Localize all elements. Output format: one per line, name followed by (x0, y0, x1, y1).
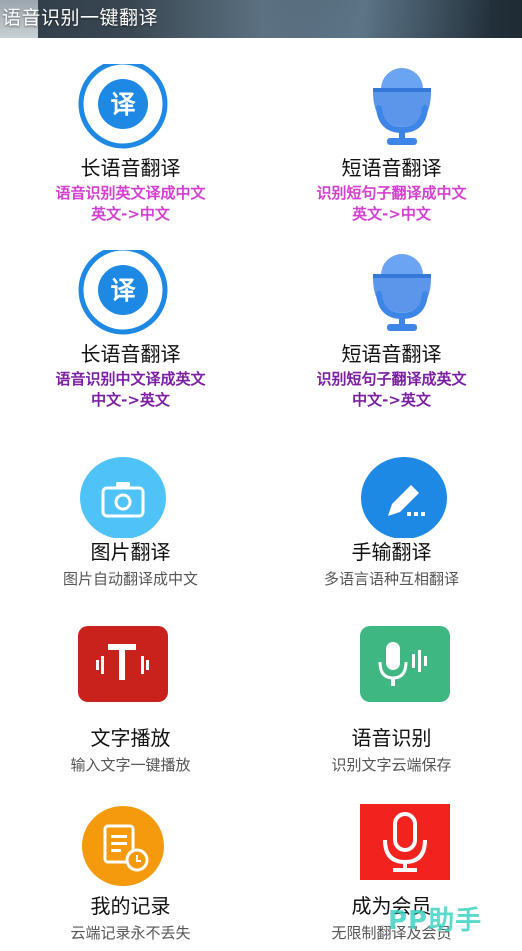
feature-long-voice-zh-en[interactable]: 译 长语音翻译 语音识别中文译成英文 中文->英文 (0, 238, 261, 438)
svg-text:译: 译 (110, 90, 136, 119)
feature-subtitle: 识别短句子翻译成英文 (316, 370, 467, 388)
microphone-icon (261, 250, 522, 338)
watermark-logo: PP助手 (388, 906, 483, 936)
feature-title: 图片翻译 (90, 540, 171, 564)
feature-long-voice-en-zh[interactable]: 译 长语音翻译 语音识别英文译成中文 英文->中文 (0, 38, 261, 238)
feature-title: 手输翻译 (351, 540, 432, 564)
pen-icon (261, 450, 522, 539)
feature-title: 长语音翻译 (80, 156, 181, 180)
header-background-art (260, 0, 490, 38)
record-icon (0, 806, 261, 894)
app-header: 语音识别一键翻译 (0, 0, 522, 38)
feature-subtitle: 语音识别中文译成英文 (55, 370, 206, 388)
microphone-icon (261, 64, 522, 152)
feature-title: 我的记录 (90, 894, 171, 918)
feature-direction: 英文->中文 (91, 205, 170, 223)
feature-direction: 中文->英文 (352, 391, 431, 409)
text-audio-icon (0, 626, 261, 714)
camera-icon (0, 450, 261, 539)
feature-subtitle: 识别短句子翻译成中文 (316, 184, 467, 202)
feature-title: 短语音翻译 (341, 342, 442, 366)
feature-description: 识别文字云端保存 (331, 756, 452, 774)
feature-title: 短语音翻译 (341, 156, 442, 180)
feature-my-records[interactable]: 我的记录 云端记录永不丢失 (0, 788, 261, 951)
feature-short-voice-en-zh[interactable]: 短语音翻译 识别短句子翻译成中文 英文->中文 (261, 38, 522, 238)
feature-image-translate[interactable]: 图片翻译 图片自动翻译成中文 (0, 438, 261, 618)
feature-subtitle: 语音识别英文译成中文 (55, 184, 206, 202)
feature-title: 长语音翻译 (80, 342, 181, 366)
feature-direction: 中文->英文 (91, 391, 170, 409)
feature-title: 文字播放 (90, 726, 171, 750)
feature-text-playback[interactable]: 文字播放 输入文字一键播放 (0, 618, 261, 788)
app-title: 语音识别一键翻译 (2, 7, 159, 29)
translate-circle-icon: 译 (0, 59, 261, 152)
feature-description: 多语言语种互相翻译 (323, 570, 459, 588)
svg-text:译: 译 (110, 276, 136, 305)
feature-manual-translate[interactable]: 手输翻译 多语言语种互相翻译 (261, 438, 522, 618)
microphone-membership-icon (261, 804, 522, 892)
feature-short-voice-zh-en[interactable]: 短语音翻译 识别短句子翻译成英文 中文->英文 (261, 238, 522, 438)
translate-circle-icon: 译 (0, 245, 261, 338)
feature-direction: 英文->中文 (352, 205, 431, 223)
feature-title: 语音识别 (351, 726, 432, 750)
voice-wave-icon (261, 626, 522, 714)
feature-description: 云端记录永不丢失 (70, 924, 191, 942)
feature-description: 输入文字一键播放 (70, 756, 191, 774)
feature-description: 图片自动翻译成中文 (62, 570, 198, 588)
feature-voice-recognition[interactable]: 语音识别 识别文字云端保存 (261, 618, 522, 788)
